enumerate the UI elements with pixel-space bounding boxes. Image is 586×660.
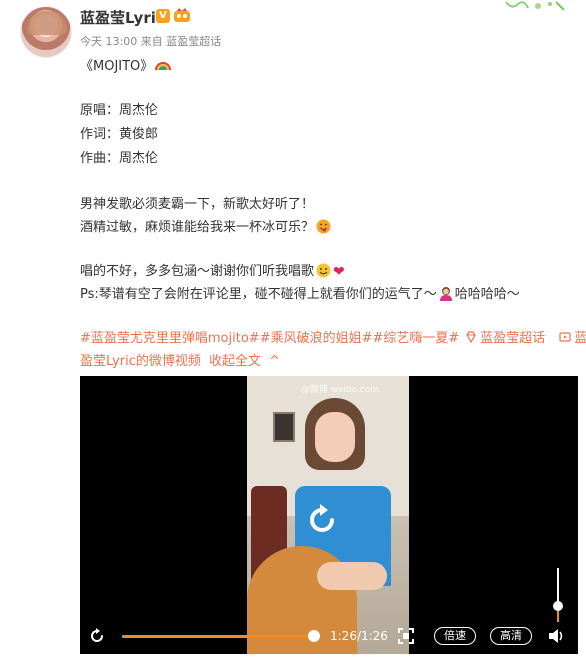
topic-link[interactable]: #综艺嗨一夏#: [372, 331, 459, 346]
fullscreen-icon[interactable]: [398, 628, 414, 644]
volume-icon[interactable]: [548, 628, 566, 644]
replay-icon[interactable]: [88, 627, 106, 645]
topic-link[interactable]: #蓝盈莹尤克里里弹唱mojito#: [80, 331, 260, 346]
person-emoji-icon: [439, 287, 452, 301]
credit-line: 原唱：周杰伦: [80, 103, 159, 118]
rainbow-emoji-icon: [155, 62, 172, 71]
replay-big-icon[interactable]: [302, 500, 342, 540]
text-line-with-emoji: Ps:琴谱有空了会附在评论里，碰不碰得上就看你们的运气了～ 哈哈哈哈～: [80, 283, 520, 302]
collapse-arrow-icon[interactable]: ^: [269, 354, 280, 369]
username[interactable]: 蓝盈莹Lyric: [80, 7, 165, 28]
text-line: 唱的不好，多多包涵～谢谢你们听我唱歌: [80, 264, 315, 279]
video-watermark: @微博 weibo.com: [300, 385, 379, 395]
heart-emoji-icon: ❤: [333, 264, 345, 280]
speed-button[interactable]: 倍速: [434, 627, 476, 645]
video-link[interactable]: 蓝: [574, 331, 586, 346]
supertopic-link[interactable]: 蓝盈莹超话: [480, 331, 545, 346]
corner-decoration: [505, 1, 565, 11]
text-line: 酒精过敏，麻烦谁能给我来一杯冰可乐？: [80, 220, 315, 235]
credit-line: 作词：黄俊郎: [80, 127, 159, 142]
topic-link[interactable]: #乘风破浪的姐姐#: [260, 331, 373, 346]
volume-slider[interactable]: [553, 568, 563, 622]
progress-fill: [122, 635, 314, 638]
collapse-button[interactable]: 收起全文: [209, 354, 261, 369]
text-line-with-emoji: 唱的不好，多多包涵～谢谢你们听我唱歌 ❤: [80, 260, 345, 280]
smile-emoji-icon: [316, 263, 331, 278]
post-source[interactable]: 蓝盈莹超话: [166, 35, 221, 48]
video-time: 1:26/1:26: [330, 629, 388, 643]
progress-bar[interactable]: [122, 635, 314, 638]
topics-line: #蓝盈莹尤克里里弹唱mojito##乘风破浪的姐姐##综艺嗨一夏# 蓝盈莹超话 …: [80, 327, 586, 346]
verified-badge: V: [156, 9, 170, 23]
quality-button[interactable]: 高清: [490, 627, 532, 645]
post-time[interactable]: 今天 13:00: [80, 35, 137, 48]
avatar[interactable]: [20, 6, 72, 58]
source-prefix: 来自: [140, 35, 163, 48]
text-line-with-emoji: 酒精过敏，麻烦谁能给我来一杯冰可乐？: [80, 216, 331, 235]
tongue-face-emoji-icon: [316, 219, 331, 234]
video-link[interactable]: 盈莹Lyric的微博视频: [80, 354, 201, 369]
post-title: 《MOJITO》: [80, 59, 154, 74]
video-icon: [559, 332, 571, 342]
video-player[interactable]: @微博 weibo.com 1:26/1:26 倍速 高清: [80, 376, 578, 654]
post-meta: 今天 13:00 来自 蓝盈莹超话: [80, 33, 221, 49]
text-line: 男神发歌必须麦霸一下，新歌太好听了！: [80, 197, 315, 212]
diamond-icon: [466, 331, 476, 343]
text-line: Ps:琴谱有空了会附在评论里，碰不碰得上就看你们的运气了～: [80, 287, 437, 302]
credit-line: 作曲：周杰伦: [80, 151, 159, 166]
post-title-line: 《MOJITO》: [80, 55, 172, 74]
progress-knob[interactable]: [308, 630, 320, 642]
fan-badge-icon: [174, 8, 190, 22]
text-line: 哈哈哈哈～: [454, 287, 520, 302]
topics-line: 盈莹Lyric的微博视频 收起全文 ^: [80, 350, 280, 369]
video-controls: 1:26/1:26 倍速 高清: [80, 622, 578, 650]
